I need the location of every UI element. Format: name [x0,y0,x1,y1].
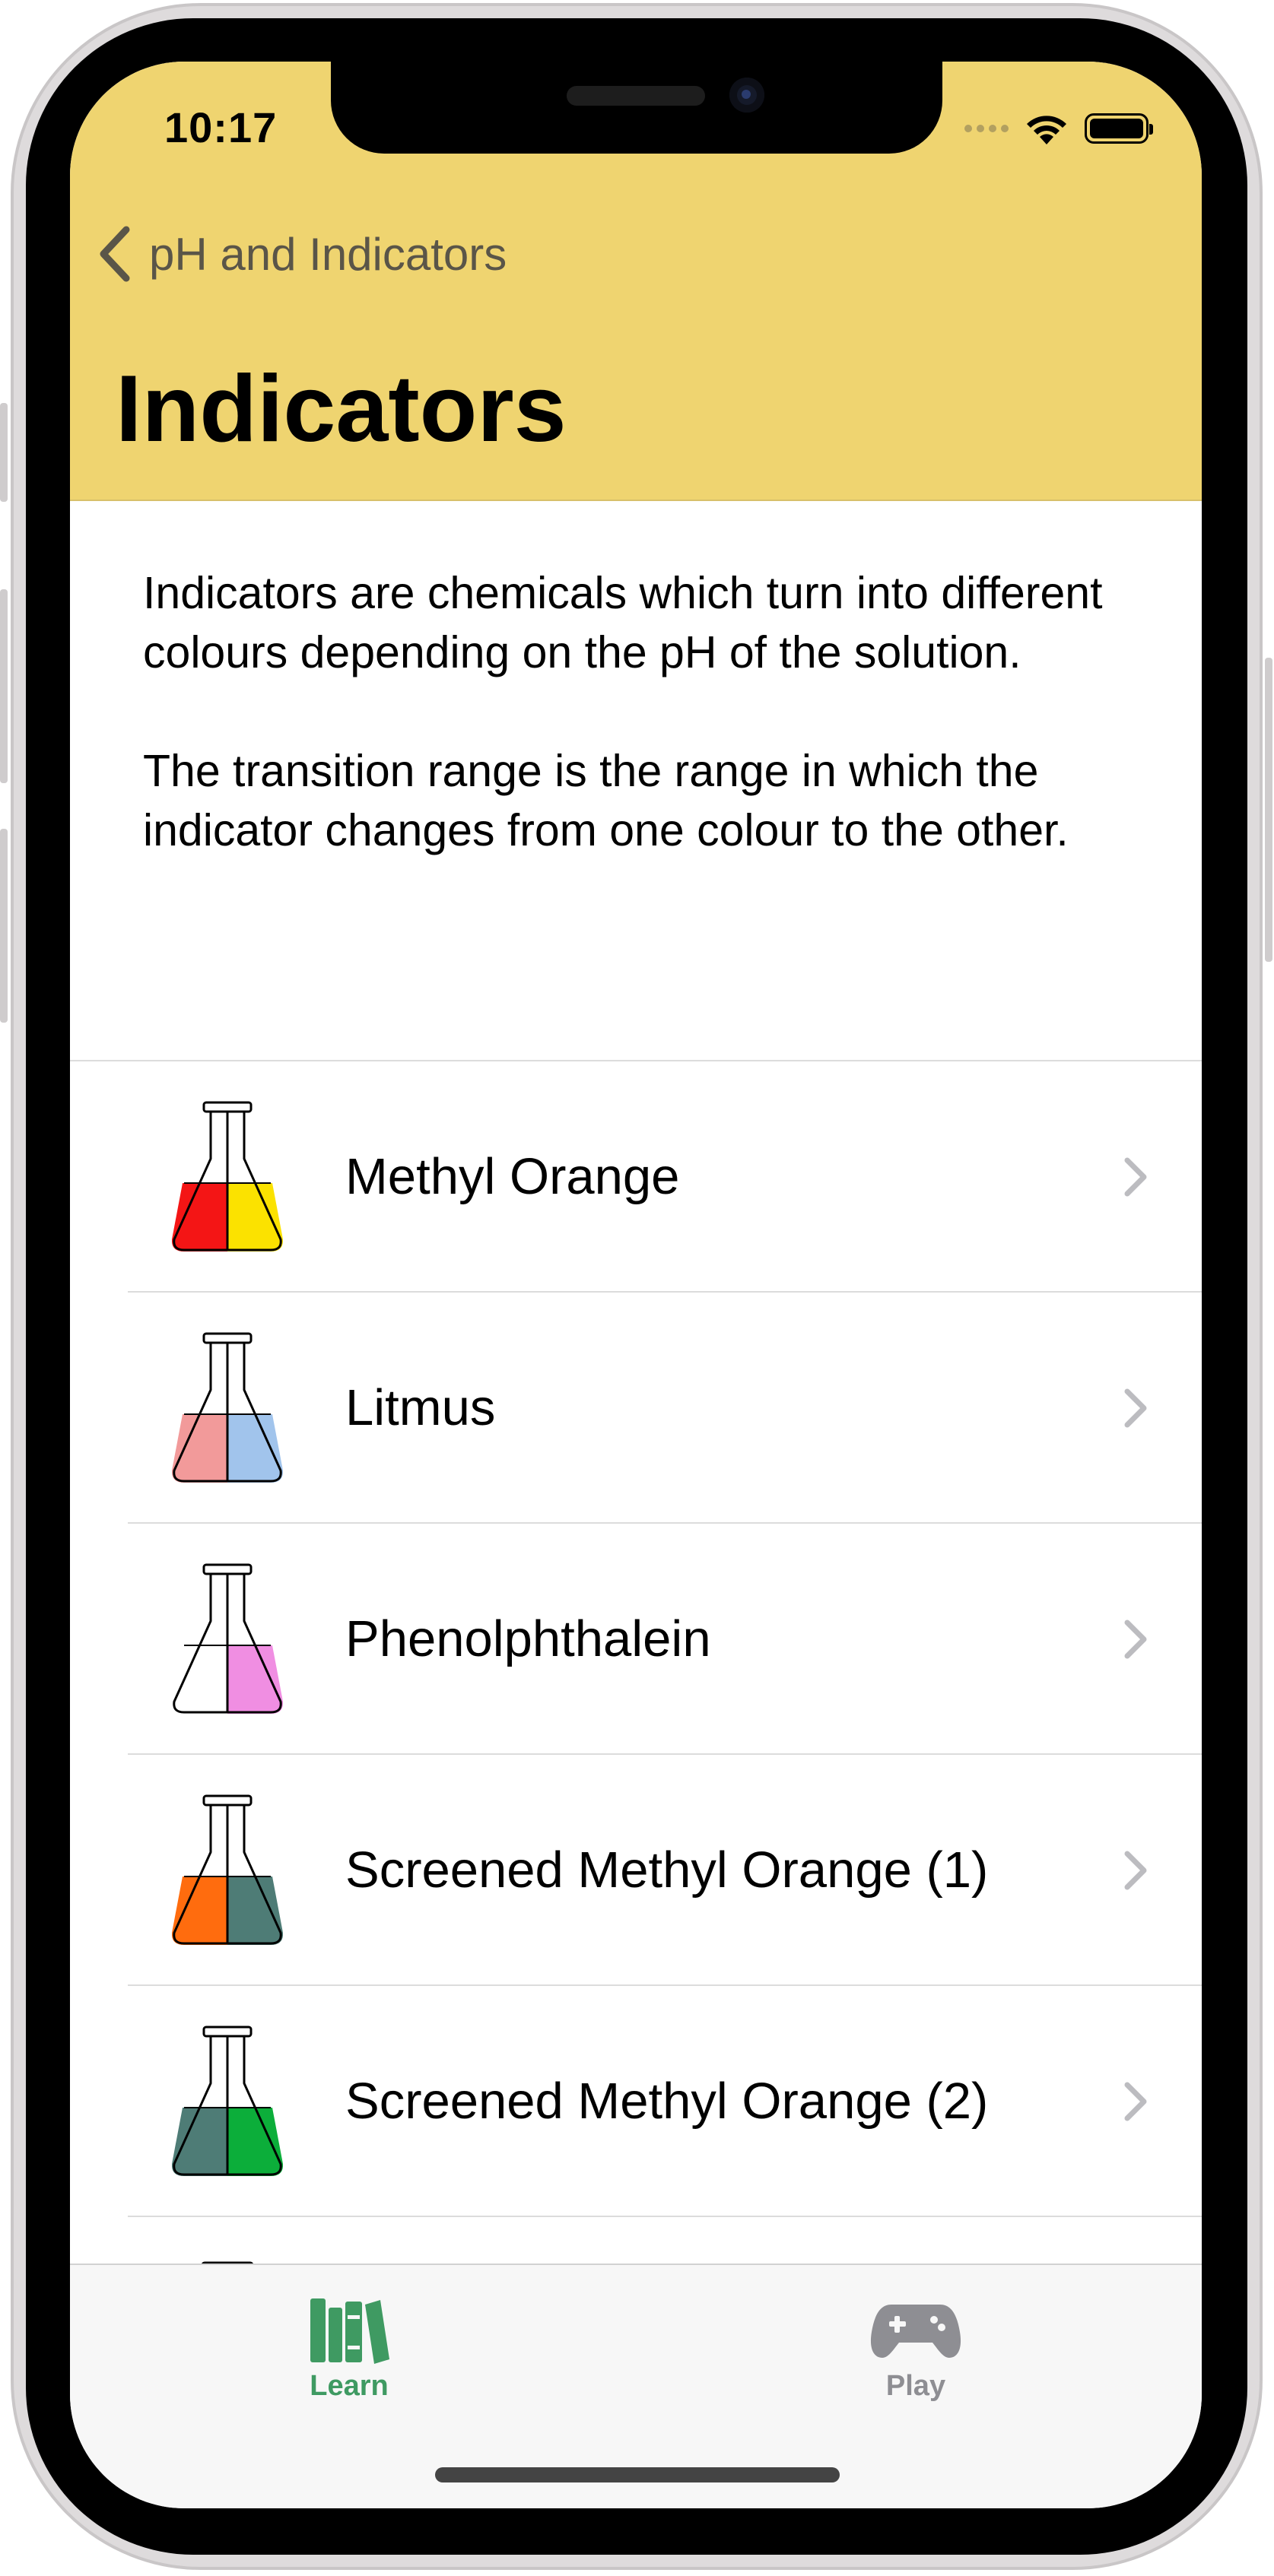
indicator-row-screened-methyl-orange-1[interactable]: Screened Methyl Orange (1) [70,1755,1202,1986]
chevron-left-icon [100,226,130,282]
flask-icon [172,1101,283,1252]
speaker [567,86,705,106]
flask-icon [172,2026,283,2176]
tab-play-label: Play [885,2370,946,2402]
status-icons [964,112,1153,145]
tab-learn[interactable]: Learn [265,2294,433,2403]
battery-icon [1085,113,1153,144]
books-icon [310,2298,389,2364]
screen: 10:17 pH and Indicators Indicators Indic… [70,62,1202,2508]
indicator-label: Screened Methyl Orange (1) [345,1842,989,1899]
chevron-right-icon [1124,1157,1147,1197]
front-camera [729,78,764,113]
power-button [1265,658,1272,962]
wifi-icon [1027,116,1066,144]
flask-icon [172,1794,283,1945]
flask-icon [172,1332,283,1483]
indicator-list: Methyl Orange Litmus Phenolphthalein Scr… [70,1061,1202,2308]
indicator-label: Phenolphthalein [345,1610,711,1667]
indicator-row-litmus[interactable]: Litmus [70,1293,1202,1524]
home-indicator [435,2467,840,2482]
intro-text: Indicators are chemicals which turn into… [143,563,1155,919]
tab-play[interactable]: Play [832,2294,999,2403]
tab-learn-label: Learn [310,2370,389,2402]
chevron-right-icon [1124,2082,1147,2121]
gamecontroller-icon [870,2305,961,2358]
indicator-label: Litmus [345,1379,496,1436]
volume-up-button [0,589,8,783]
flask-icon [172,1563,283,1714]
back-button[interactable]: pH and Indicators [93,224,507,284]
status-time: 10:17 [164,103,278,151]
indicator-label: Screened Methyl Orange (2) [345,2073,989,2130]
indicator-label: Methyl Orange [345,1148,680,1205]
volume-down-button [0,829,8,1023]
indicator-row-phenolphthalein[interactable]: Phenolphthalein [70,1524,1202,1755]
cellular-signal-icon [964,125,1009,132]
chevron-right-icon [1124,1388,1147,1428]
page-title: Indicators [116,357,567,462]
indicator-row-screened-methyl-orange-2[interactable]: Screened Methyl Orange (2) [70,1986,1202,2217]
back-label: pH and Indicators [149,228,507,280]
notch [331,62,942,154]
intro-paragraph: The transition range is the range in whi… [143,746,1069,855]
indicator-row-methyl-orange[interactable]: Methyl Orange [70,1061,1202,1293]
intro-paragraph: Indicators are chemicals which turn into… [143,568,1103,677]
side-button [0,403,8,502]
chevron-right-icon [1124,1620,1147,1659]
chevron-right-icon [1124,1851,1147,1890]
